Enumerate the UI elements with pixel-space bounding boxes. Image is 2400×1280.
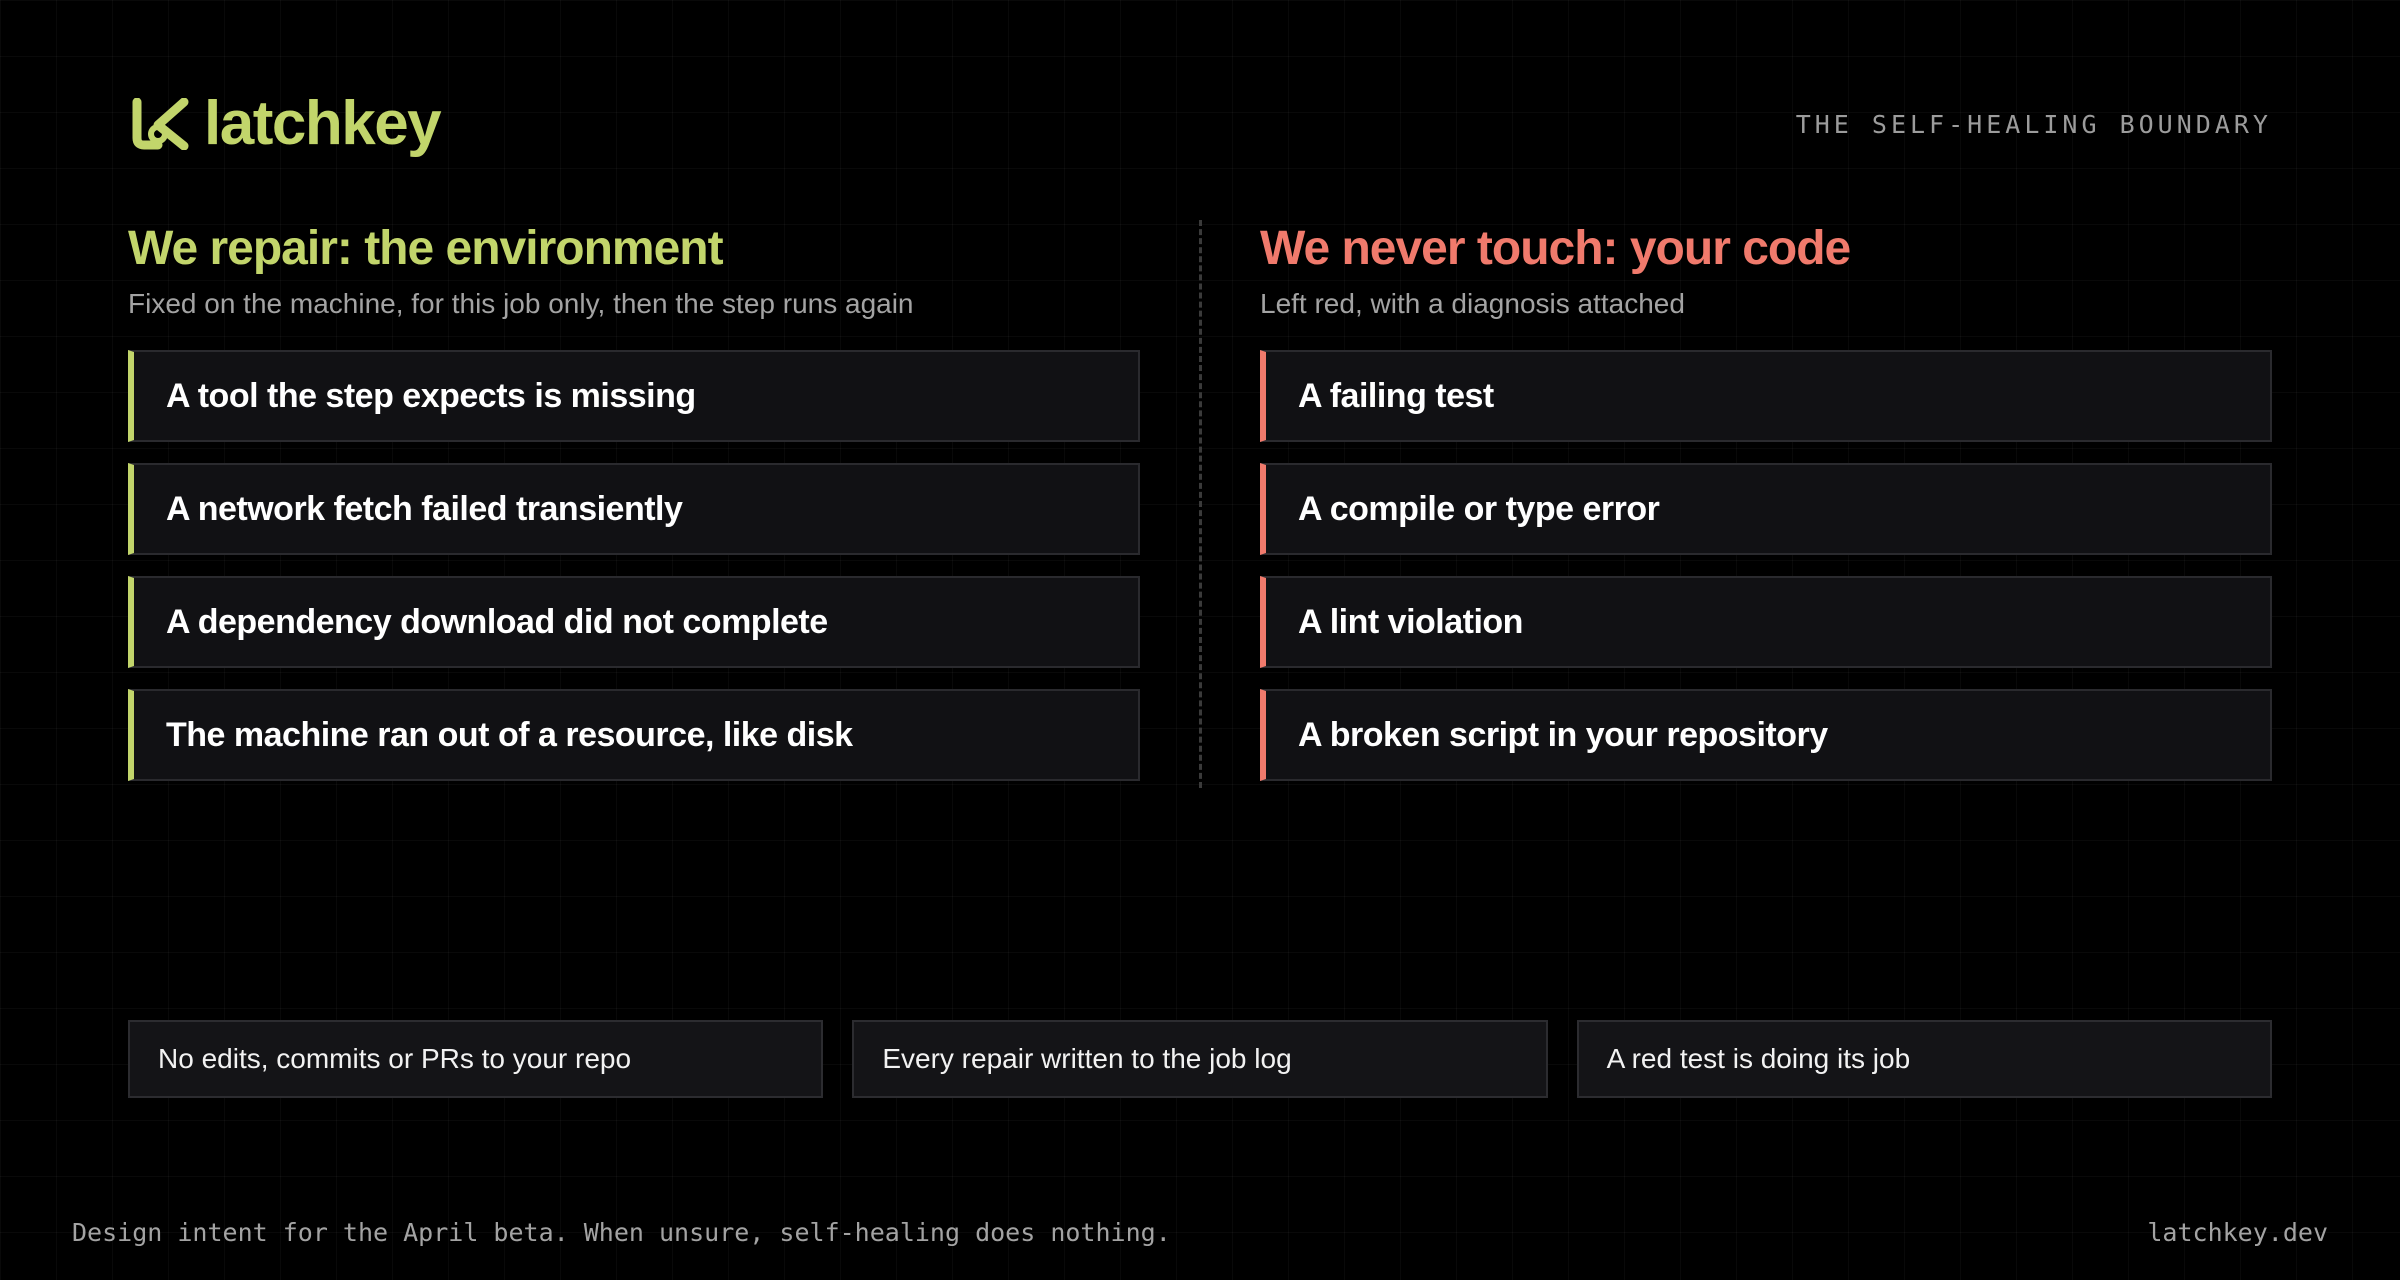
never-item: A failing test [1260,350,2272,442]
repair-item: A tool the step expects is missing [128,350,1140,442]
latchkey-logo-icon [132,98,189,150]
repair-item: The machine ran out of a resource, like … [128,689,1140,781]
repair-subtitle: Fixed on the machine, for this job only,… [128,288,914,319]
never-title: We never touch: your code [1260,222,1851,275]
column-divider [1199,220,1202,788]
repair-column: We repair: the environment Fixed on the … [128,220,1140,802]
never-item: A broken script in your repository [1260,689,2272,781]
footer-intent: Design intent for the April beta. When u… [72,1218,1171,1247]
never-item: A lint violation [1260,576,2272,668]
repair-list: A tool the step expects is missing A net… [128,350,1140,781]
repair-item: A network fetch failed transiently [128,463,1140,555]
never-column: We never touch: your code Left red, with… [1260,220,2272,802]
notes-row: No edits, commits or PRs to your repo Ev… [128,1020,2272,1098]
brand-name: latchkey [204,89,442,158]
brand-logo: latchkey [128,89,442,158]
never-item: A compile or type error [1260,463,2272,555]
never-subtitle: Left red, with a diagnosis attached [1260,288,1685,319]
note-card: A red test is doing its job [1576,1020,2272,1098]
note-card: No edits, commits or PRs to your repo [128,1020,824,1098]
footer-site-link[interactable]: latchkey.dev [2147,1218,2328,1247]
page-tagline: THE SELF-HEALING BOUNDARY [1795,110,2272,139]
repair-item: A dependency download did not complete [128,576,1140,668]
repair-title: We repair: the environment [128,222,724,275]
note-card: Every repair written to the job log [852,1020,1548,1098]
never-list: A failing test A compile or type error A… [1260,350,2272,781]
